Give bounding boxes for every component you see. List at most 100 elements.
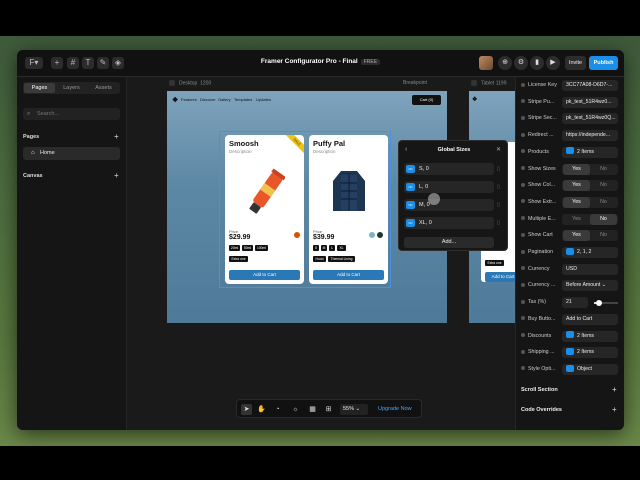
code-overrides-title[interactable]: Code Overrides [521,407,562,413]
size-row[interactable]: ••• L, 0 [404,181,494,193]
size-option[interactable]: XL [337,245,346,251]
comment-icon[interactable]: ◔ [272,404,283,415]
toggle-no[interactable]: No [590,197,617,208]
size-option[interactable]: 100ml [255,245,268,251]
desktop-frame-label[interactable]: Desktop 1200 [169,80,211,86]
tab-layers[interactable]: Layers [56,83,87,93]
toggle-no[interactable]: No [590,180,617,191]
add-scroll-section-icon[interactable]: + [612,386,617,394]
add-page-icon[interactable]: + [114,133,119,141]
tablet-frame-label[interactable]: Tablet 1199 [471,80,507,86]
tax-slider[interactable] [594,300,618,307]
property-dot-icon [521,333,525,338]
nav-link-updates[interactable]: Updates [256,97,271,102]
property-list-button[interactable]: 2 Items [562,330,618,342]
size-row[interactable]: ••• S, 0 [404,163,494,175]
toggle-yes[interactable]: Yes [563,230,590,242]
trash-icon[interactable]: ▯ [497,202,500,208]
property-input[interactable]: 3CC77A08-D6D7-... [562,80,618,91]
globe-icon[interactable]: ⊕ [498,56,512,70]
toggle-yes[interactable]: Yes [563,180,590,192]
nav-link-discover[interactable]: Discover [200,97,216,102]
property-label-text: Stripe Pu... [528,98,555,105]
invite-button[interactable]: Invite [565,56,586,70]
toggle-yes[interactable]: Yes [563,163,590,175]
size-option[interactable]: M [321,245,327,251]
property-list-button[interactable]: 2 Items [562,146,618,158]
trash-icon[interactable]: ▯ [497,166,500,172]
toggle-yes[interactable]: Yes [563,196,590,208]
property-list-button[interactable]: 2, 1, 2 [562,247,618,258]
canvas-area[interactable]: Desktop 1200 Breakpoint Tablet 1199 ❖ Fe… [127,77,515,430]
hand-tool-icon[interactable]: ✋ [256,404,267,415]
select-tool-icon[interactable]: ➤ [241,404,252,415]
preview-play-icon[interactable]: ▶ [546,56,560,70]
publish-button[interactable]: Publish [589,56,618,70]
trash-icon[interactable]: ▯ [497,184,500,190]
property-input[interactable]: pk_test_51R4wz0Q... [562,113,618,125]
toggle-no[interactable]: No [590,213,617,225]
cart-button[interactable]: Cart (0) [412,95,441,105]
item-icon: ••• [406,183,415,191]
toggle-yes[interactable]: Yes [563,214,590,225]
extra-option[interactable]: Thermal Lining [328,256,355,262]
size-option[interactable]: L [329,245,335,251]
upgrade-link[interactable]: Upgrade Now [378,406,412,412]
color-swatch[interactable] [369,232,375,238]
extra-option[interactable]: Extra one [229,256,248,262]
yes-no-toggle[interactable]: Yes No [562,213,618,225]
add-to-cart-button[interactable]: Add to Cart [313,270,384,280]
breakpoint-label[interactable]: Breakpoint [403,80,427,86]
rulers-icon[interactable]: ⊞ [323,404,334,415]
nav-link-gallery[interactable]: Gallery [218,97,231,102]
trash-icon[interactable]: ▯ [497,220,500,226]
property-input[interactable]: pk_test_51R4wz0... [562,96,618,108]
size-row[interactable]: ••• XL, 0 [404,217,494,229]
property-input[interactable]: USD [562,263,618,275]
size-option[interactable]: 20ml [229,245,240,251]
zoom-select[interactable]: 55% ⌄ [340,404,368,415]
tab-pages[interactable]: Pages [24,83,55,93]
size-option[interactable]: S [313,245,319,251]
site-logo-icon[interactable]: ❖ [172,96,178,104]
slider-knob[interactable] [596,300,603,307]
settings-icon[interactable]: ⚙ [514,56,528,70]
yes-no-toggle[interactable]: Yes No [562,230,618,242]
tax-input[interactable]: 21 [562,297,588,309]
add-code-override-icon[interactable]: + [612,406,617,414]
product-card[interactable]: Puffy Pal Description Price $39.99 S M L… [309,135,388,284]
toggle-no[interactable]: No [590,230,617,241]
property-input[interactable]: Add to Cart [562,313,618,325]
yes-no-toggle[interactable]: Yes No [562,180,618,192]
property-list-button[interactable]: Object [562,363,618,375]
scroll-section-title[interactable]: Scroll Section [521,387,558,393]
tablet-name: Tablet [481,80,495,87]
color-swatch[interactable] [377,232,383,238]
add-canvas-icon[interactable]: + [114,172,119,180]
nav-link-features[interactable]: Features [181,97,197,102]
property-input[interactable]: https://independe... [562,130,618,142]
zoom-value: 55% [343,406,355,412]
analytics-icon[interactable]: ▮ [530,56,544,70]
avatar[interactable] [479,56,493,70]
yes-no-toggle[interactable]: Yes No [562,163,618,175]
extra-option[interactable]: Hood [313,256,326,262]
add-size-button[interactable]: Add... [404,237,494,248]
toggle-no[interactable]: No [590,164,617,175]
page-item-home[interactable]: ⌂ Home [23,147,120,160]
size-option[interactable]: 50ml [242,245,253,251]
tablet-add-to-cart[interactable]: Add to Cart [485,272,515,282]
grid-icon[interactable]: ▦ [307,404,318,415]
property-select[interactable]: Before Amount ⌄ [562,280,618,292]
theme-icon[interactable]: ☼ [290,404,301,415]
add-to-cart-button[interactable]: Add to Cart [229,270,300,280]
close-icon[interactable]: ✕ [496,146,501,153]
color-swatch[interactable] [294,232,300,238]
yes-no-toggle[interactable]: Yes No [562,196,618,208]
property-list-button[interactable]: 2 Items [562,347,618,359]
nav-link-templates[interactable]: Templates [234,97,252,102]
tab-assets[interactable]: Assets [88,83,119,93]
size-row[interactable]: ••• M, 0 [404,199,494,211]
search-input[interactable]: ⌕ Search... [23,108,120,120]
product-card[interactable]: Smoosh Description SALE Price $29.99 20m… [225,135,304,284]
